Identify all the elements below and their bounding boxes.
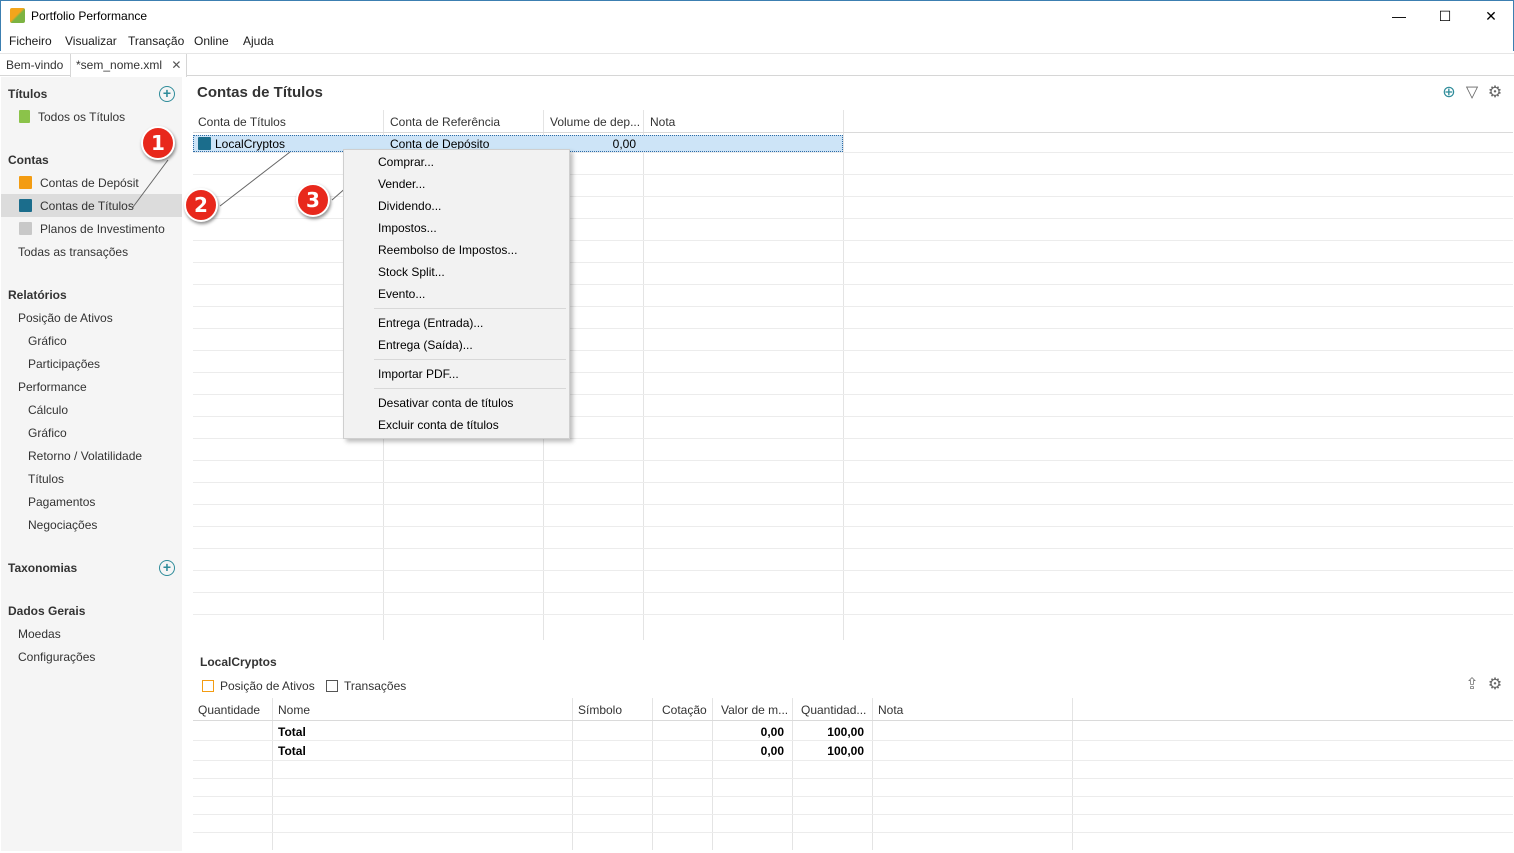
callout-badge-2: 2 (184, 188, 218, 222)
menu-separator (374, 308, 566, 309)
tab-posicao-ativos[interactable]: Posição de Ativos (202, 679, 315, 693)
holdings-tab-icon (202, 680, 214, 692)
menu-item-comprar[interactable]: Comprar... (378, 155, 434, 169)
menu-item-entrega-entrada[interactable]: Entrega (Entrada)... (378, 316, 483, 330)
callout-badge-1: 1 (141, 126, 175, 160)
total-row-valor: 0,00 (760, 744, 784, 758)
row-line (193, 760, 1513, 761)
context-menu: Comprar... Vender... Dividendo... Impost… (343, 149, 570, 439)
total-row-valor: 0,00 (760, 725, 784, 739)
row-line (193, 740, 1513, 741)
menu-separator (374, 388, 566, 389)
tab-label: Transações (344, 679, 407, 693)
menu-item-importar-pdf[interactable]: Importar PDF... (378, 367, 459, 381)
total-row-quantidade: 100,00 (827, 725, 864, 739)
menu-item-excluir-conta[interactable]: Excluir conta de títulos (378, 418, 499, 432)
column-header-nome[interactable]: Nome (278, 703, 310, 717)
tab-label: Posição de Ativos (220, 679, 315, 693)
row-line (193, 796, 1513, 797)
menu-item-stock-split[interactable]: Stock Split... (378, 265, 445, 279)
menu-item-dividendo[interactable]: Dividendo... (378, 199, 441, 213)
header-divider (193, 720, 1513, 721)
export-icon[interactable]: ⇪ (1463, 676, 1481, 694)
callout-1-line (132, 159, 169, 208)
row-line (193, 832, 1513, 833)
menu-item-desativar-conta[interactable]: Desativar conta de títulos (378, 396, 513, 410)
transactions-tab-icon (326, 680, 338, 692)
total-row-name: Total (278, 725, 306, 739)
row-line (193, 778, 1513, 779)
tab-transacoes[interactable]: Transações (326, 679, 406, 693)
column-header-nota[interactable]: Nota (878, 703, 903, 717)
total-row-name: Total (278, 744, 306, 758)
gear-icon[interactable]: ⚙ (1486, 676, 1504, 694)
menu-item-impostos[interactable]: Impostos... (378, 221, 437, 235)
row-line (193, 814, 1513, 815)
detail-panel-title: LocalCryptos (200, 655, 277, 669)
menu-item-vender[interactable]: Vender... (378, 177, 425, 191)
menu-item-reembolso-impostos[interactable]: Reembolso de Impostos... (378, 243, 517, 257)
callout-2-line (219, 151, 291, 207)
menu-item-entrega-saida[interactable]: Entrega (Saída)... (378, 338, 473, 352)
menu-item-evento[interactable]: Evento... (378, 287, 425, 301)
callout-badge-3: 3 (296, 183, 330, 217)
menu-separator (374, 359, 566, 360)
column-header-quantidade[interactable]: Quantidade (198, 703, 260, 717)
column-header-simbolo[interactable]: Símbolo (578, 703, 622, 717)
column-header-cotacao[interactable]: Cotação (662, 703, 707, 717)
total-row-quantidade: 100,00 (827, 744, 864, 758)
column-header-quantidade-pct[interactable]: Quantidad... (801, 703, 866, 717)
column-header-valor-mercado[interactable]: Valor de m... (721, 703, 788, 717)
